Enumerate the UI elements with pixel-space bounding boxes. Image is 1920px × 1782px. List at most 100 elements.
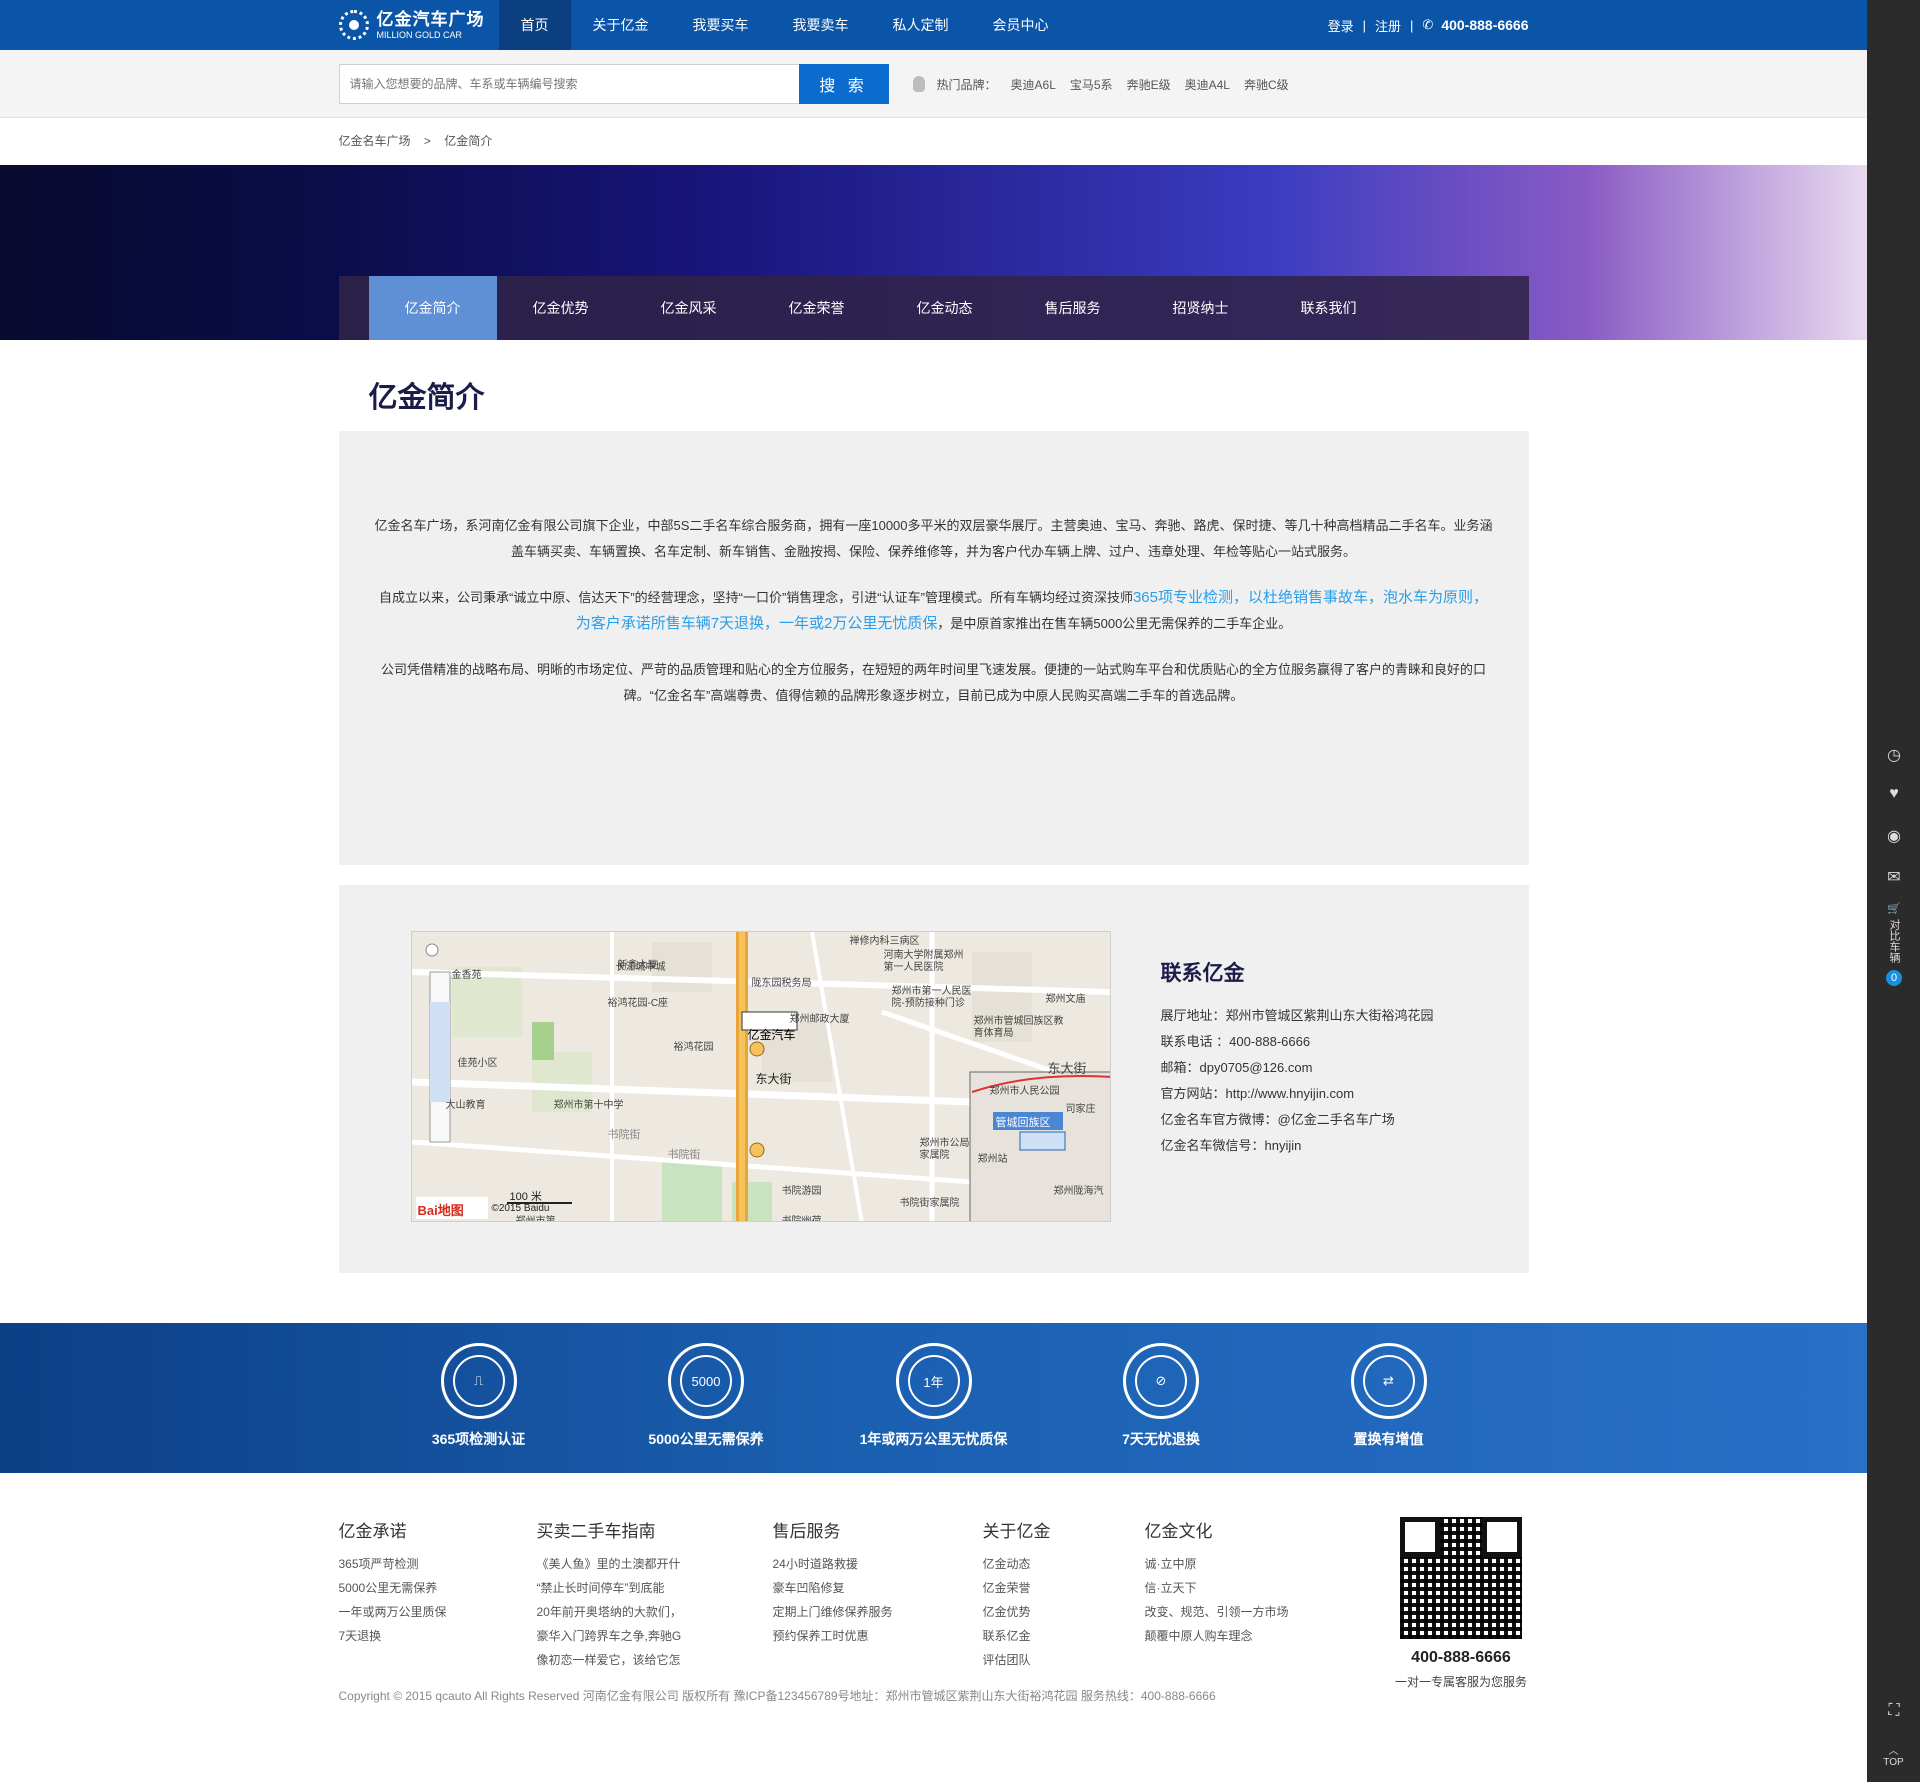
intro-text: ，是中原首家推出在售车辆5000公里无需保养的二手车企业。 <box>937 616 1292 631</box>
cart-icon: 🛒 <box>1887 903 1901 915</box>
footer-col-title: 售后服务 <box>772 1522 841 1541</box>
footer-link[interactable]: 20年前开奥塔纳的大款们， <box>537 1600 773 1624</box>
page-title: 亿金简介 <box>368 382 485 414</box>
contact-phone: 联系电话 ：400-888-6666 <box>1160 1034 1311 1049</box>
search-input[interactable] <box>338 64 799 104</box>
tab-jobs[interactable]: 招贤纳士 <box>1137 276 1265 340</box>
map-place: 裕鸿花园-C座 <box>607 998 669 1009</box>
compare-cart[interactable]: 🛒 对比车辆 0 <box>1881 902 1907 986</box>
map-place: 郑州邮政大厦 <box>789 1014 850 1025</box>
map-place: 大山教育 <box>445 1100 486 1111</box>
nav-item-sell[interactable]: 我要卖车 <box>771 0 871 50</box>
map-inset-place: 郑州站 <box>977 1154 1008 1165</box>
map-inset-place: 郑州陇海汽 <box>1053 1186 1104 1197</box>
map-place: 郑州市第十中学 <box>553 1100 624 1111</box>
map-place: 东大街 <box>1047 1061 1087 1076</box>
footer-col-title: 亿金文化 <box>1144 1522 1213 1541</box>
hot-brand-link[interactable]: 奥迪A6L <box>1011 76 1056 93</box>
login-link[interactable]: 登录 <box>1328 16 1354 35</box>
map-place: 东大街 <box>755 1072 792 1086</box>
footer-link[interactable]: 5000公里无需保养 <box>339 1576 537 1600</box>
hot-brand-link[interactable]: 奥迪A4L <box>1185 76 1230 93</box>
hot-brand-link[interactable]: 奔驰E级 <box>1127 76 1171 93</box>
map-place: 长江城中城 <box>615 962 666 973</box>
hot-brand-link[interactable]: 奔驰C级 <box>1244 76 1289 93</box>
stamp-icon: ⎍ <box>440 1343 517 1419</box>
site-logo[interactable]: 亿金汽车广场 MILLION GOLD CAR <box>338 10 499 40</box>
contact-panel: 亿金汽车 新鑫大厦 禅修内科三病区 长江城中城 河南大学附属郑州第一人民医院 金… <box>338 885 1529 1273</box>
footer-col-title: 亿金承诺 <box>338 1522 407 1541</box>
footer-link[interactable]: 亿金动态 <box>983 1552 1145 1576</box>
sub-nav: 亿金简介 亿金优势 亿金风采 亿金荣誉 亿金动态 售后服务 招贤纳士 联系我们 <box>338 276 1529 340</box>
map-place: 裕鸿花园 <box>673 1042 714 1053</box>
contact-weibo: 亿金名车官方微博：@亿金二手名车广场 <box>1160 1112 1395 1127</box>
car-swap-icon: ⇄ <box>1350 1343 1427 1419</box>
contact-wechat: 亿金名车微信号：hnyijin <box>1160 1138 1302 1153</box>
divider: | <box>1362 17 1366 33</box>
history-icon[interactable]: ◷ <box>1884 745 1904 765</box>
baidu-map[interactable]: 亿金汽车 新鑫大厦 禅修内科三病区 长江城中城 河南大学附属郑州第一人民医院 金… <box>410 931 1111 1222</box>
footprint-icon <box>912 76 925 92</box>
breadcrumb-current: 亿金简介 <box>444 134 493 148</box>
guarantee-label: 7天无忧退换 <box>1122 1431 1200 1447</box>
heart-icon[interactable]: ♥ <box>1884 785 1904 803</box>
guarantee-label: 1年或两万公里无忧质保 <box>859 1431 1008 1447</box>
intro-panel: 亿金名车广场，系河南亿金有限公司旗下企业，中部5S二手名车综合服务商，拥有一座1… <box>338 431 1529 865</box>
map-copyright: ©2015 Baidu <box>491 1203 550 1214</box>
intro-paragraph: 自成立以来，公司秉承“诚立中原、信达天下”的经营理念，坚持“一口价”销售理念，引… <box>374 585 1494 637</box>
guarantee-item: ⎍ 365项检测认证 <box>399 1343 559 1449</box>
tab-intro[interactable]: 亿金简介 <box>368 276 497 340</box>
guarantee-icon-text: 1年 <box>907 1355 960 1407</box>
footer-link[interactable]: 亿金荣誉 <box>983 1576 1145 1600</box>
page-banner: 亿金简介 亿金优势 亿金风采 亿金荣誉 亿金动态 售后服务 招贤纳士 联系我们 <box>0 165 1867 340</box>
footer-link[interactable]: “禁止长时间停车”到底能 <box>537 1576 773 1600</box>
chat-icon[interactable]: ✉ <box>1884 867 1904 887</box>
header-phone: 400-888-6666 <box>1441 17 1529 33</box>
footer-address: 地址：郑州市管城区紫荆山东大街裕鸿花园 服务热线：400-888-6666 <box>849 1689 1216 1703</box>
map-place: 书院幽荷 <box>781 1216 822 1222</box>
footer-link[interactable]: 定期上门维修保养服务 <box>773 1600 983 1624</box>
contact-info: 联系亿金 展厅地址：郑州市管城区紫荆山东大街裕鸿花园 联系电话 ：400-888… <box>1161 931 1434 1273</box>
map-inset-place: 管城回族区 <box>995 1117 1051 1129</box>
hot-brands: 热门品牌： 奥迪A6L 宝马5系 奔驰E级 奥迪A4L 奔驰C级 <box>912 76 1289 93</box>
nav-item-home[interactable]: 首页 <box>498 0 571 50</box>
footer-link[interactable]: 一年或两万公里质保 <box>339 1600 537 1624</box>
nav-item-about[interactable]: 关于亿金 <box>571 0 671 50</box>
tab-news[interactable]: 亿金动态 <box>881 276 1009 340</box>
tab-honor[interactable]: 亿金荣誉 <box>753 276 881 340</box>
nav-item-member[interactable]: 会员中心 <box>971 0 1071 50</box>
footer-link[interactable]: 诚·立中原 <box>1145 1552 1345 1576</box>
guarantee-item: ⇄ 置换有增值 <box>1309 1343 1469 1449</box>
guarantee-band: ⎍ 365项检测认证 5000 5000公里无需保养 1年 1年或两万公里无忧质… <box>0 1323 1867 1473</box>
baidu-logo: Bai地图 <box>417 1203 464 1218</box>
no-car-icon: ⊘ <box>1123 1343 1199 1419</box>
map-place: 金香苑 <box>451 970 482 981</box>
eye-icon[interactable]: ◉ <box>1884 826 1904 846</box>
tab-contact[interactable]: 联系我们 <box>1265 276 1393 340</box>
footer-link[interactable]: 24小时道路救援 <box>773 1552 983 1576</box>
breadcrumb-root[interactable]: 亿金名车广场 <box>339 134 411 148</box>
footer-link[interactable]: 365项严苛检测 <box>339 1552 537 1576</box>
guarantee-label: 5000公里无需保养 <box>648 1431 764 1447</box>
back-to-top-button[interactable]: ︿ TOP <box>1867 1742 1920 1768</box>
hot-brand-link[interactable]: 宝马5系 <box>1070 76 1113 93</box>
back-to-top-label: TOP <box>1883 1757 1904 1768</box>
search-button[interactable]: 搜 索 <box>798 64 889 104</box>
nav-item-buy[interactable]: 我要买车 <box>671 0 771 50</box>
footer-link[interactable]: 改变、规范、引领一方市场 <box>1145 1600 1345 1624</box>
footer-link[interactable]: 信·立天下 <box>1145 1576 1345 1600</box>
register-link[interactable]: 注册 <box>1375 16 1401 35</box>
footer-link[interactable]: 《美人鱼》里的土澳都开什 <box>537 1552 773 1576</box>
phone-icon: ✆ <box>1422 17 1434 32</box>
tab-gallery[interactable]: 亿金风采 <box>625 276 753 340</box>
nav-item-custom[interactable]: 私人定制 <box>871 0 971 50</box>
map-scale: 100 米 <box>509 1191 542 1203</box>
guarantee-item: 1年 1年或两万公里无忧质保 <box>854 1343 1014 1449</box>
qr-scan-icon[interactable]: ⛶ <box>1884 1702 1904 1720</box>
map-place: 书院街家属院 <box>899 1198 960 1209</box>
intro-paragraph: 公司凭借精准的战略布局、明晰的市场定位、严苛的品质管理和贴心的全方位服务，在短短… <box>380 662 1486 703</box>
tab-advantage[interactable]: 亿金优势 <box>497 276 625 340</box>
footer-link[interactable]: 亿金优势 <box>983 1600 1145 1624</box>
footer-link[interactable]: 豪车凹陷修复 <box>773 1576 983 1600</box>
tab-service[interactable]: 售后服务 <box>1009 276 1137 340</box>
